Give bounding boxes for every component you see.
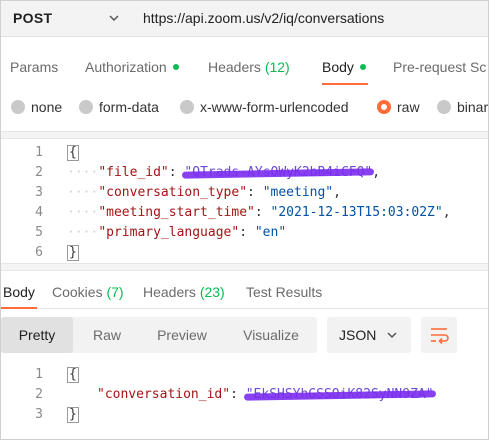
radio-urlencoded[interactable]: x-www-form-urlencoded xyxy=(180,99,349,115)
radio-none[interactable]: none xyxy=(11,99,62,115)
preview-button[interactable]: Preview xyxy=(145,317,219,353)
tab-headers-count: (12) xyxy=(264,59,290,75)
tab-headers[interactable]: Headers (12) xyxy=(208,59,290,75)
code-line: 1 { xyxy=(1,365,488,385)
code-line: 1 { xyxy=(1,143,488,163)
radio-binary[interactable]: binar xyxy=(437,99,488,115)
line-number: 1 xyxy=(35,367,43,382)
active-response-tab-indicator xyxy=(1,307,37,309)
line-number: 6 xyxy=(35,245,43,260)
chevron-down-icon xyxy=(387,332,397,339)
code-text: } xyxy=(67,407,79,423)
response-tab-headers-count: (23) xyxy=(199,284,225,300)
json-value: "2021-12-13T15:03:02Z" xyxy=(270,205,443,220)
tab-body-label: Body xyxy=(322,59,354,75)
json-brace: { xyxy=(67,367,79,383)
json-key: "conversation_type" xyxy=(98,185,248,200)
radio-circle xyxy=(180,100,194,115)
url-input[interactable]: https://api.zoom.us/v2/iq/conversations xyxy=(143,10,384,26)
tab-body[interactable]: Body xyxy=(322,59,366,75)
method-select[interactable]: POST xyxy=(13,10,52,26)
tab-authorization[interactable]: Authorization xyxy=(85,59,179,75)
radio-form-data[interactable]: form-data xyxy=(79,99,159,115)
wrap-lines-button[interactable] xyxy=(421,317,457,353)
format-select-label: JSON xyxy=(339,327,377,343)
postman-window: POST https://api.zoom.us/v2/iq/conversat… xyxy=(0,0,489,440)
redacted-value: "EkSHSYhGSSOiK82SyNN9ZA" xyxy=(245,387,434,402)
code-line: 6 } xyxy=(1,243,488,263)
radio-raw-label: raw xyxy=(397,99,420,115)
code-text: ····"file_id": "QTrads-AYsOWyK2bB4iCFQ", xyxy=(67,165,381,180)
pane-divider[interactable] xyxy=(1,263,488,271)
json-key: "primary_language" xyxy=(98,225,240,240)
status-dot xyxy=(359,64,366,71)
response-tabs: Body Cookies (7) Headers (23) Test Resul… xyxy=(1,273,488,309)
json-brace: { xyxy=(67,145,79,161)
response-tab-headers[interactable]: Headers (23) xyxy=(143,284,225,300)
format-select[interactable]: JSON xyxy=(327,317,411,353)
radio-circle xyxy=(79,100,93,115)
tab-headers-label: Headers xyxy=(208,59,261,75)
json-key: "meeting_start_time" xyxy=(98,205,255,220)
response-toolbar: Pretty Raw Preview Visualize JSON xyxy=(1,317,488,355)
code-line: 4 ····"meeting_start_time": "2021-12-13T… xyxy=(1,203,488,223)
code-text: { xyxy=(67,367,79,383)
response-tab-cookies[interactable]: Cookies (7) xyxy=(52,284,124,300)
line-number: 1 xyxy=(35,145,43,160)
radio-form-data-label: form-data xyxy=(99,99,159,115)
code-text: "conversation_id": "EkSHSYhGSSOiK82SyNN9… xyxy=(97,387,434,402)
active-tab-indicator xyxy=(322,83,368,85)
tab-pre-request[interactable]: Pre-request Sc xyxy=(393,59,486,75)
code-line: 3 ····"conversation_type": "meeting", xyxy=(1,183,488,203)
code-text: ····"conversation_type": "meeting", xyxy=(67,185,341,200)
pretty-button[interactable]: Pretty xyxy=(1,317,73,353)
code-text: ····"primary_language": "en" xyxy=(67,225,287,240)
request-bar: POST https://api.zoom.us/v2/iq/conversat… xyxy=(1,1,488,37)
json-value: "meeting" xyxy=(262,185,334,200)
radio-circle-selected xyxy=(377,100,391,115)
body-type-radios: none form-data x-www-form-urlencoded raw… xyxy=(1,93,488,123)
line-number: 3 xyxy=(35,407,43,422)
code-line: 5 ····"primary_language": "en" xyxy=(1,223,488,243)
code-text: { xyxy=(67,145,79,161)
radio-circle xyxy=(11,100,25,115)
radio-urlencoded-label: x-www-form-urlencoded xyxy=(200,99,349,115)
tab-params[interactable]: Params xyxy=(10,59,58,75)
horizontal-divider xyxy=(1,131,488,139)
radio-circle xyxy=(437,100,451,115)
json-key: "conversation_id" xyxy=(97,387,231,402)
radio-binary-label: binar xyxy=(457,99,489,115)
json-brace: } xyxy=(67,245,79,261)
code-line: 2 "conversation_id": "EkSHSYhGSSOiK82SyN… xyxy=(1,385,488,405)
radio-raw[interactable]: raw xyxy=(377,99,420,115)
json-value: "en" xyxy=(254,225,287,240)
response-tab-body[interactable]: Body xyxy=(3,284,35,300)
json-key: "file_id" xyxy=(98,165,169,180)
response-tab-cookies-label: Cookies xyxy=(52,284,103,300)
radio-none-label: none xyxy=(31,99,63,115)
redacted-value: "QTrads-AYsOWyK2bB4iCFQ" xyxy=(184,165,373,180)
code-line: 2 ····"file_id": "QTrads-AYsOWyK2bB4iCFQ… xyxy=(1,163,488,183)
code-line: 3 } xyxy=(1,405,488,425)
code-text: } xyxy=(67,245,79,261)
line-number: 2 xyxy=(35,387,43,402)
json-brace: } xyxy=(67,407,79,423)
view-mode-segment: Pretty Raw Preview Visualize xyxy=(1,317,317,353)
response-tab-cookies-count: (7) xyxy=(106,284,124,300)
request-tabs: Params Authorization Headers (12) Body P… xyxy=(1,45,488,85)
response-tab-test-results[interactable]: Test Results xyxy=(246,284,322,300)
code-text: ····"meeting_start_time": "2021-12-13T15… xyxy=(67,205,451,220)
tab-authorization-label: Authorization xyxy=(85,59,167,75)
line-number: 2 xyxy=(35,165,43,180)
response-tab-headers-label: Headers xyxy=(143,284,196,300)
raw-button[interactable]: Raw xyxy=(79,317,135,353)
line-number: 4 xyxy=(35,205,43,220)
status-dot xyxy=(172,64,179,71)
line-number: 3 xyxy=(35,185,43,200)
visualize-button[interactable]: Visualize xyxy=(229,317,313,353)
wrap-lines-icon xyxy=(431,328,449,345)
line-number: 5 xyxy=(35,225,43,240)
chevron-down-icon[interactable] xyxy=(107,11,121,25)
